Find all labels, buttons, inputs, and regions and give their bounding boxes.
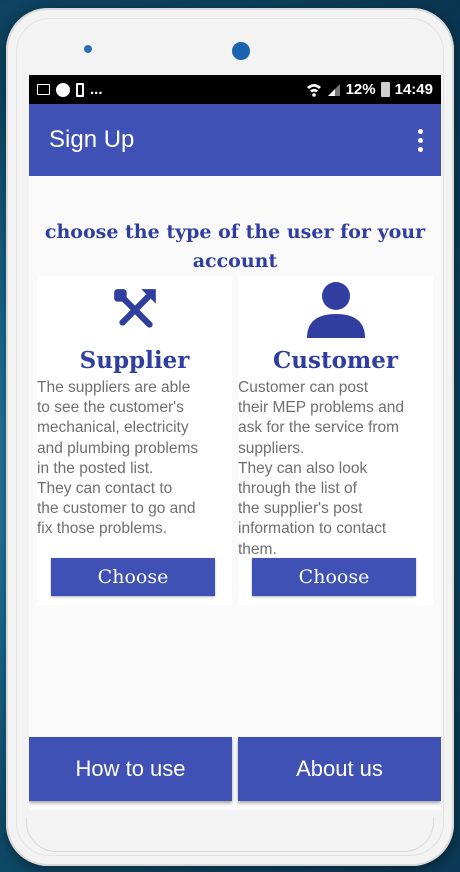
- signal-icon: [327, 83, 340, 96]
- phone-bottom-edge: [26, 817, 434, 852]
- battery-icon: [380, 82, 390, 97]
- about-us-button[interactable]: About us: [238, 737, 441, 801]
- image-notification-icon: [37, 84, 50, 95]
- choose-customer-button[interactable]: Choose: [252, 558, 416, 596]
- supplier-title: Supplier: [79, 347, 190, 374]
- user-type-heading: choose the type of the user for your acc…: [44, 221, 426, 272]
- choose-supplier-button[interactable]: Choose: [51, 558, 215, 596]
- phone-sensor: [84, 45, 92, 53]
- user-type-cards: Supplier The suppliers are able to see t…: [29, 276, 441, 605]
- phone-camera: [232, 42, 250, 60]
- supplier-description: The suppliers are able to see the custom…: [37, 379, 199, 538]
- bottom-actions: How to use About us: [29, 737, 441, 801]
- more-notifications-text: ...: [90, 81, 103, 98]
- app-screen: ... 12% 14:49 Sign Up choose the type of…: [29, 75, 441, 810]
- supplier-card: Supplier The suppliers are able to see t…: [37, 276, 232, 605]
- battery-notification-icon: [76, 82, 84, 97]
- customer-description: Customer can post their MEP problems and…: [238, 379, 404, 558]
- person-icon: [306, 282, 365, 338]
- overflow-menu-icon[interactable]: [410, 123, 431, 158]
- status-bar: ... 12% 14:49: [29, 75, 441, 104]
- app-bar: Sign Up: [29, 104, 441, 176]
- page-title: Sign Up: [49, 126, 135, 153]
- how-to-use-button[interactable]: How to use: [29, 737, 232, 801]
- chrome-notification-icon: [56, 82, 70, 97]
- clock: 14:49: [394, 81, 433, 98]
- battery-percent: 12%: [345, 81, 376, 98]
- customer-title: Customer: [272, 347, 399, 374]
- customer-card: Customer Customer can post their MEP pro…: [238, 276, 433, 605]
- wifi-icon: [306, 83, 321, 97]
- tools-icon: [113, 289, 156, 328]
